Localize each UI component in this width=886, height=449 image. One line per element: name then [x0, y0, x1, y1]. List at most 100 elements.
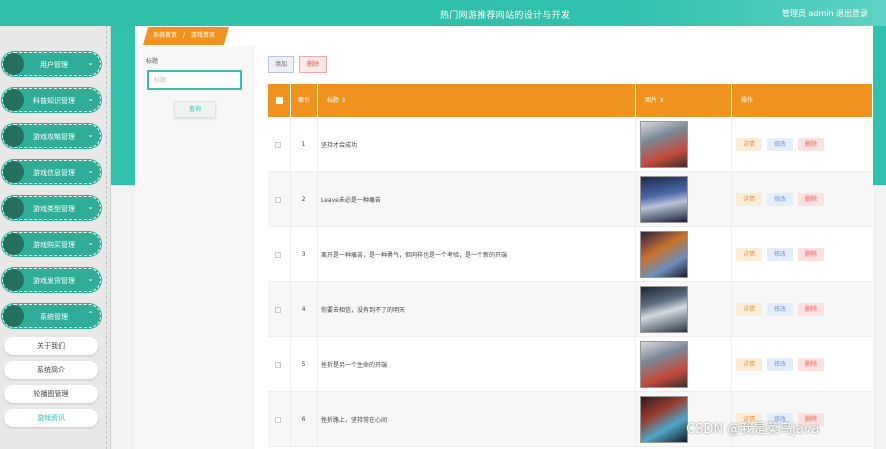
row-checkbox[interactable]	[275, 306, 281, 313]
row-select	[275, 227, 281, 282]
row-select	[275, 392, 281, 447]
title-search-input[interactable]	[147, 70, 242, 90]
detail-button[interactable]: 详情	[736, 358, 762, 371]
sidebar-item-guide-management[interactable]: 游戏攻略管理 ⌄	[2, 124, 101, 148]
add-button[interactable]: 添加	[268, 56, 294, 73]
row-delete-button[interactable]: 删除	[798, 193, 824, 206]
sidebar-item-label: 科普知识管理	[33, 97, 75, 105]
menu-bullet	[3, 269, 24, 291]
edit-button[interactable]: 修改	[767, 193, 793, 206]
sidebar-item-label: 游戏类型管理	[33, 205, 75, 213]
game-thumbnail-image[interactable]	[640, 176, 688, 223]
site-title: 热门网游推荐网站的设计与开发	[440, 11, 571, 21]
row-checkbox[interactable]	[275, 196, 281, 203]
divider	[317, 117, 318, 171]
row-checkbox[interactable]	[275, 361, 281, 368]
detail-button[interactable]: 详情	[736, 138, 762, 151]
divider	[317, 337, 318, 391]
sidebar-item-system-management[interactable]: 系统管理 ⌃	[2, 304, 101, 328]
sidebar-sub-game-news[interactable]: 游戏资讯	[4, 409, 98, 427]
row-title: 离开是一种痛苦，是一种勇气，但同样也是一个考验，是一个新的开端	[321, 252, 508, 259]
sidebar-item-user-management[interactable]: 用户管理 ⌄	[2, 52, 101, 76]
chevron-down-icon: ⌄	[87, 58, 94, 67]
game-thumbnail-image[interactable]	[640, 231, 688, 278]
header-title[interactable]: 标题 ⇕	[317, 84, 635, 117]
chevron-up-icon: ⌃	[87, 310, 94, 319]
sidebar-item-label: 游戏信息管理	[33, 169, 75, 177]
row-title: 挫折是另一个生命的开端	[321, 362, 388, 369]
divider	[731, 227, 732, 281]
sidebar-item-label: 游戏购买管理	[33, 241, 75, 249]
row-actions: 详情 修改 删除	[736, 337, 829, 392]
row-actions: 详情 修改 删除	[736, 282, 829, 337]
detail-button[interactable]: 详情	[736, 248, 762, 261]
header-index[interactable]: 索引	[290, 84, 317, 117]
edit-button[interactable]: 修改	[767, 138, 793, 151]
row-checkbox[interactable]	[275, 141, 281, 148]
divider	[317, 392, 318, 446]
edit-button[interactable]: 修改	[767, 303, 793, 316]
sidebar: 用户管理 ⌄ 科普知识管理 ⌄ 游戏攻略管理 ⌄ 游戏信息管理 ⌄ 游戏类型管理…	[0, 26, 111, 449]
sidebar-item-shipping-management[interactable]: 游戏发货管理 ⌄	[2, 268, 101, 292]
game-thumbnail-image[interactable]	[640, 121, 688, 168]
game-thumbnail-image[interactable]	[640, 396, 688, 443]
divider	[635, 282, 636, 336]
edit-button[interactable]: 修改	[767, 358, 793, 371]
chevron-down-icon: ⌄	[87, 274, 94, 283]
top-bar: 热门网游推荐网站的设计与开发 管理员 admin 退出登录	[0, 0, 886, 26]
row-image-cell	[640, 337, 688, 392]
menu-bullet	[3, 89, 24, 111]
sidebar-item-label: 游戏发货管理	[33, 277, 75, 285]
divider	[731, 337, 732, 391]
logout-link[interactable]: 退出登录	[836, 8, 868, 19]
row-select	[275, 117, 281, 172]
breadcrumb-current: 游戏资讯	[190, 32, 215, 39]
edit-button[interactable]: 修改	[767, 248, 793, 261]
sidebar-sub-carousel-management[interactable]: 轮播图管理	[4, 385, 98, 403]
row-index: 1	[301, 141, 306, 148]
row-actions: 详情 修改 删除	[736, 117, 829, 172]
row-delete-button[interactable]: 删除	[798, 138, 824, 151]
watermark-text: CSDN @我是菜鸟java	[686, 422, 820, 437]
header-select-all[interactable]	[276, 84, 290, 117]
row-delete-button[interactable]: 删除	[798, 248, 824, 261]
table-row: 5 挫折是另一个生命的开端 详情 修改 删除	[268, 337, 872, 392]
query-button[interactable]: 查询	[174, 101, 216, 118]
divider	[635, 337, 636, 391]
breadcrumb-separator: /	[182, 32, 185, 39]
sidebar-item-game-type-management[interactable]: 游戏类型管理 ⌄	[2, 196, 101, 220]
row-image-cell	[640, 227, 688, 282]
row-image-cell	[640, 282, 688, 337]
table-row: 1 坚持才会成功 详情 修改 删除	[268, 117, 872, 172]
sidebar-item-game-info-management[interactable]: 游戏信息管理 ⌄	[2, 160, 101, 184]
row-delete-button[interactable]: 删除	[798, 303, 824, 316]
row-image-cell	[640, 172, 688, 227]
breadcrumb: 系统首页 / 游戏资讯	[143, 27, 229, 45]
select-all-checkbox[interactable]	[276, 97, 283, 104]
game-thumbnail-image[interactable]	[640, 286, 688, 333]
menu-bullet	[3, 125, 24, 147]
sidebar-item-knowledge-management[interactable]: 科普知识管理 ⌄	[2, 88, 101, 112]
search-label: 标题	[146, 58, 159, 65]
row-checkbox[interactable]	[275, 251, 281, 258]
sidebar-sub-about-us[interactable]: 关于我们	[4, 337, 98, 355]
sidebar-sub-system-intro[interactable]: 系统简介	[4, 361, 98, 379]
divider	[731, 117, 732, 171]
header-image[interactable]: 图片 ⇕	[635, 84, 731, 117]
table-row: 3 离开是一种痛苦，是一种勇气，但同样也是一个考验，是一个新的开端 详情 修改 …	[268, 227, 872, 282]
row-index: 4	[301, 306, 306, 313]
table-header: 索引 标题 ⇕ 图片 ⇕ 操作	[268, 84, 872, 117]
row-checkbox[interactable]	[275, 416, 281, 423]
sidebar-item-label: 系统管理	[40, 313, 68, 321]
detail-button[interactable]: 详情	[736, 193, 762, 206]
chevron-down-icon: ⌄	[87, 202, 94, 211]
sidebar-item-purchase-management[interactable]: 游戏购买管理 ⌄	[2, 232, 101, 256]
breadcrumb-home[interactable]: 系统首页	[153, 32, 177, 39]
detail-button[interactable]: 详情	[736, 303, 762, 316]
divider	[731, 172, 732, 226]
row-index: 3	[301, 251, 306, 258]
delete-button[interactable]: 删除	[299, 56, 327, 73]
row-delete-button[interactable]: 删除	[798, 358, 824, 371]
chevron-down-icon: ⌄	[87, 166, 94, 175]
game-thumbnail-image[interactable]	[640, 341, 688, 388]
